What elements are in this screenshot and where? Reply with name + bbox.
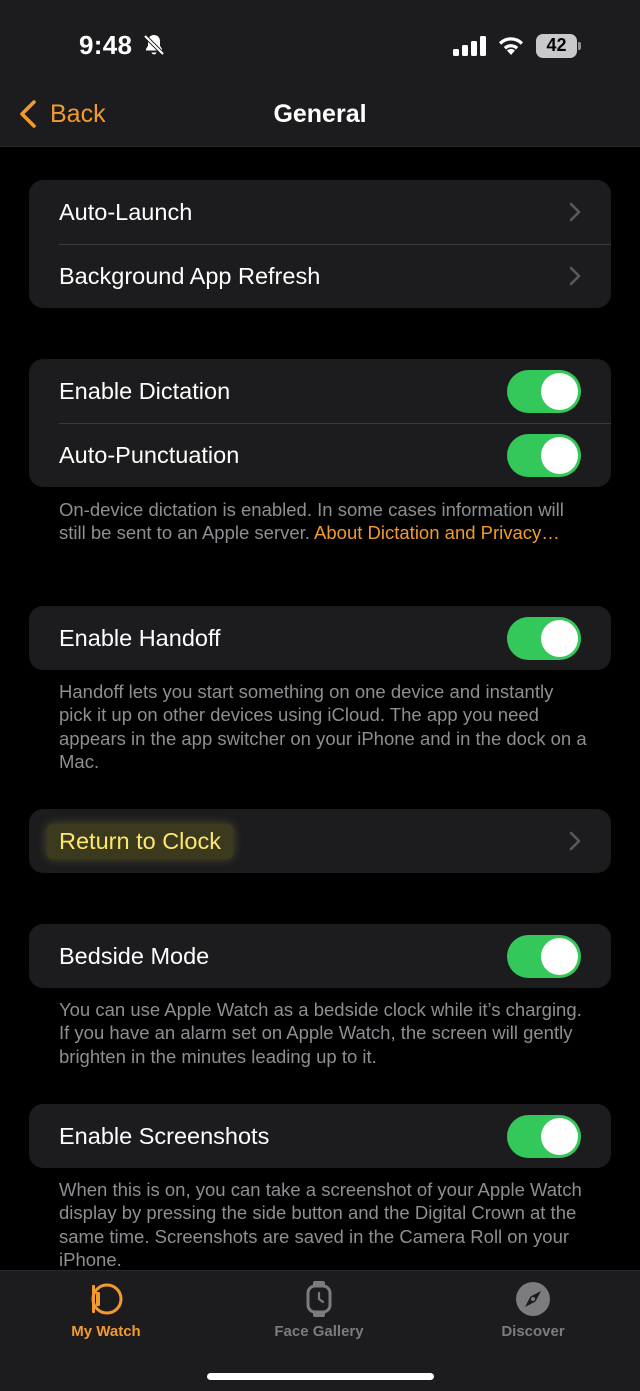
tab-label: Discover xyxy=(501,1323,565,1340)
launch-group: Auto-Launch Background App Refresh xyxy=(29,180,611,308)
auto-launch-label: Auto-Launch xyxy=(59,198,193,225)
chevron-right-icon xyxy=(569,831,581,851)
home-indicator xyxy=(207,1373,434,1380)
auto-punctuation-toggle[interactable] xyxy=(507,434,581,477)
auto-punctuation-label: Auto-Punctuation xyxy=(59,441,240,468)
enable-screenshots-row: Enable Screenshots xyxy=(29,1104,611,1168)
dictation-group: Enable Dictation Auto-Punctuation xyxy=(29,359,611,487)
enable-dictation-toggle[interactable] xyxy=(507,370,581,413)
tab-label: Face Gallery xyxy=(274,1323,364,1340)
battery-icon: 42 xyxy=(536,34,582,58)
return-to-clock-group: Return to Clock xyxy=(29,809,611,873)
dictation-footer: On-device dictation is enabled. In some … xyxy=(59,498,589,545)
bedside-footer: You can use Apple Watch as a bedside clo… xyxy=(59,999,582,1067)
auto-launch-row[interactable]: Auto-Launch xyxy=(29,180,611,244)
bedside-mode-row: Bedside Mode xyxy=(29,924,611,988)
handoff-group: Enable Handoff xyxy=(29,606,611,670)
chevron-right-icon xyxy=(569,266,581,286)
enable-dictation-row: Enable Dictation xyxy=(29,359,611,423)
return-to-clock-row[interactable]: Return to Clock xyxy=(29,809,611,873)
about-dictation-privacy-link[interactable]: About Dictation and Privacy… xyxy=(314,522,560,543)
silent-bell-icon xyxy=(143,34,165,56)
return-to-clock-label: Return to Clock xyxy=(47,823,233,859)
handoff-footer: Handoff lets you start something on one … xyxy=(59,681,587,772)
enable-screenshots-label: Enable Screenshots xyxy=(59,1122,270,1149)
screenshots-group: Enable Screenshots xyxy=(29,1104,611,1168)
compass-icon xyxy=(516,1282,550,1316)
bedside-group: Bedside Mode xyxy=(29,924,611,988)
tab-label: My Watch xyxy=(71,1323,141,1340)
enable-handoff-toggle[interactable] xyxy=(507,617,581,660)
watch-icon xyxy=(91,1283,123,1315)
enable-handoff-row: Enable Handoff xyxy=(29,606,611,670)
status-bar: 9:48 42 xyxy=(0,0,640,80)
watch-face-icon xyxy=(306,1281,332,1317)
battery-percent: 42 xyxy=(546,35,567,55)
enable-screenshots-toggle[interactable] xyxy=(507,1115,581,1158)
background-app-refresh-label: Background App Refresh xyxy=(59,262,321,289)
background-app-refresh-row[interactable]: Background App Refresh xyxy=(29,244,611,308)
screenshots-footer: When this is on, you can take a screensh… xyxy=(59,1179,582,1270)
bedside-mode-label: Bedside Mode xyxy=(59,942,210,969)
wifi-icon xyxy=(499,37,523,55)
status-time: 9:48 xyxy=(79,30,133,60)
auto-punctuation-row: Auto-Punctuation xyxy=(29,423,611,487)
cellular-signal-icon xyxy=(453,36,486,56)
enable-dictation-label: Enable Dictation xyxy=(59,377,231,404)
enable-handoff-label: Enable Handoff xyxy=(59,624,221,651)
page-title: General xyxy=(273,100,367,128)
chevron-right-icon xyxy=(569,202,581,222)
bedside-mode-toggle[interactable] xyxy=(507,935,581,978)
